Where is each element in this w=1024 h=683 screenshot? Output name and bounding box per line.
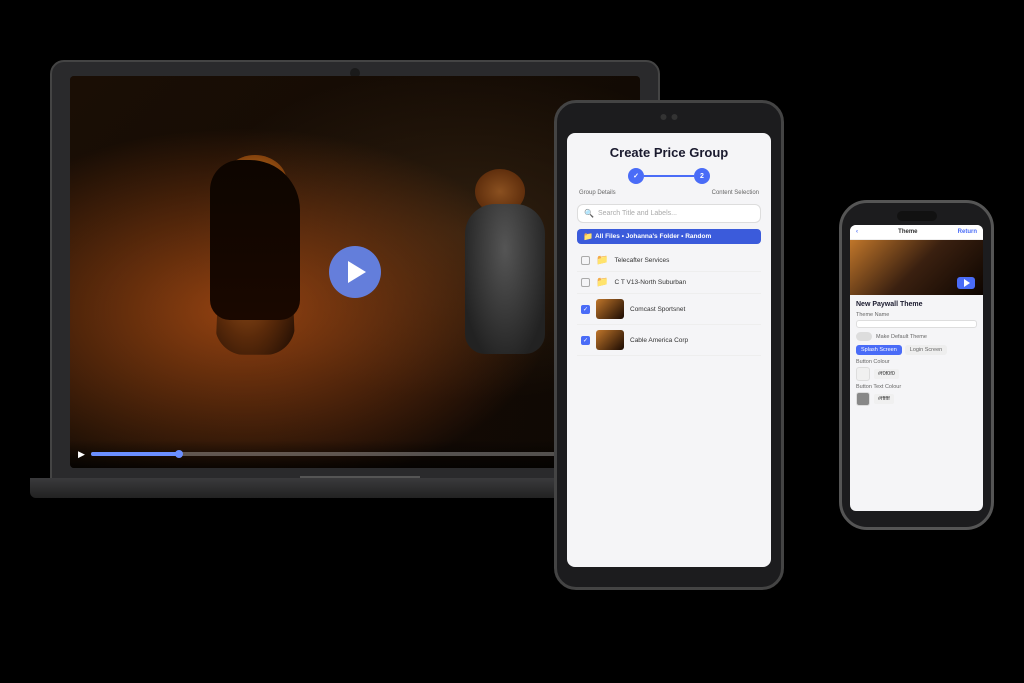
file-name-3: Cable America Corp xyxy=(630,337,757,344)
file-row-0[interactable]: 📁 Telecafter Services xyxy=(577,250,761,272)
step-2-label: Content Selection xyxy=(712,190,759,196)
screen-tabs: Splash Screen Login Screen xyxy=(856,345,977,355)
play-control-icon[interactable]: ▶ xyxy=(78,449,85,460)
file-name-2: Comcast Sportsnet xyxy=(630,306,757,313)
file-checkbox-3[interactable] xyxy=(581,336,590,345)
video-progress-bar[interactable] xyxy=(91,452,581,456)
folder-icon-0: 📁 xyxy=(596,255,608,266)
tablet-page-title: Create Price Group xyxy=(577,145,761,160)
breadcrumb-folder-icon: 📁 xyxy=(583,232,593,241)
tablet-speaker-dot xyxy=(672,114,678,120)
breadcrumb-path: All Files • Johanna's Folder • Random xyxy=(595,233,711,240)
singer-hair xyxy=(210,160,300,320)
phone-play-icon xyxy=(964,279,970,287)
button-text-colour-row: #ffffff xyxy=(856,392,977,406)
theme-name-input[interactable] xyxy=(856,320,977,328)
tab-login-screen[interactable]: Login Screen xyxy=(905,345,947,355)
step-line xyxy=(644,175,694,177)
file-thumbnail-2 xyxy=(596,299,624,319)
theme-name-label: Theme Name xyxy=(856,312,977,318)
tablet-frame: Create Price Group ✓ 2 Group Details Con… xyxy=(554,100,784,590)
file-row-3[interactable]: Cable America Corp xyxy=(577,325,761,356)
tablet-screen: Create Price Group ✓ 2 Group Details Con… xyxy=(567,133,771,567)
file-name-1: C T V13-North Suburban xyxy=(614,279,757,286)
button-colour-label: Button Colour xyxy=(856,359,977,365)
file-name-0: Telecafter Services xyxy=(614,257,757,264)
phone-notch xyxy=(897,211,937,221)
step-1-dot: ✓ xyxy=(628,168,644,184)
default-theme-toggle-row: Make Default Theme xyxy=(856,332,977,341)
button-colour-row: #f0f0f0 xyxy=(856,367,977,381)
phone-theme-content: New Paywall Theme Theme Name Make Defaul… xyxy=(850,295,983,511)
button-colour-value: #f0f0f0 xyxy=(874,369,899,379)
file-thumbnail-3 xyxy=(596,330,624,350)
phone-section-title: New Paywall Theme xyxy=(856,301,977,308)
file-checkbox-2[interactable] xyxy=(581,305,590,314)
phone-back-btn[interactable]: ‹ xyxy=(856,229,858,235)
tab-splash-screen[interactable]: Splash Screen xyxy=(856,345,902,355)
button-text-colour-value: #ffffff xyxy=(874,394,894,404)
folder-icon-1: 📁 xyxy=(596,277,608,288)
video-play-button[interactable] xyxy=(329,246,381,298)
progress-dot xyxy=(175,450,183,458)
file-row-1[interactable]: 📁 C T V13-North Suburban xyxy=(577,272,761,294)
phone-video-thumbnail xyxy=(850,240,983,295)
button-text-colour-label: Button Text Colour xyxy=(856,384,977,390)
phone-video-play-btn[interactable] xyxy=(957,277,975,289)
guitarist-body xyxy=(465,204,545,354)
tablet-camera-area xyxy=(661,114,678,120)
tablet-cam-dot xyxy=(661,114,667,120)
search-bar[interactable]: 🔍 Search Title and Labels... xyxy=(577,204,761,223)
phone-screen: ‹ Theme Return New Paywall Theme Theme N… xyxy=(850,225,983,511)
guitarist-figure xyxy=(455,154,555,354)
button-colour-swatch[interactable] xyxy=(856,367,870,381)
phone: ‹ Theme Return New Paywall Theme Theme N… xyxy=(839,200,994,530)
default-theme-toggle[interactable] xyxy=(856,332,872,341)
file-row-2[interactable]: Comcast Sportsnet xyxy=(577,294,761,325)
phone-frame: ‹ Theme Return New Paywall Theme Theme N… xyxy=(839,200,994,530)
file-checkbox-0[interactable] xyxy=(581,256,590,265)
step-1-checkmark: ✓ xyxy=(633,172,639,180)
step-labels: Group Details Content Selection xyxy=(577,190,761,196)
play-icon xyxy=(348,261,366,283)
progress-fill xyxy=(91,452,179,456)
tablet: Create Price Group ✓ 2 Group Details Con… xyxy=(554,100,784,590)
step-1-label: Group Details xyxy=(579,190,616,196)
stepper: ✓ 2 xyxy=(577,168,761,184)
breadcrumb: 📁 All Files • Johanna's Folder • Random xyxy=(577,229,761,244)
search-placeholder-text: Search Title and Labels... xyxy=(598,210,677,217)
singer-figure xyxy=(195,135,315,355)
button-text-colour-swatch[interactable] xyxy=(856,392,870,406)
default-theme-label: Make Default Theme xyxy=(876,334,927,340)
step-2-dot: 2 xyxy=(694,168,710,184)
phone-nav-header: ‹ Theme Return xyxy=(850,225,983,240)
file-checkbox-1[interactable] xyxy=(581,278,590,287)
phone-return-btn[interactable]: Return xyxy=(958,229,977,235)
phone-screen-title: Theme xyxy=(898,229,917,235)
search-icon: 🔍 xyxy=(584,209,594,218)
